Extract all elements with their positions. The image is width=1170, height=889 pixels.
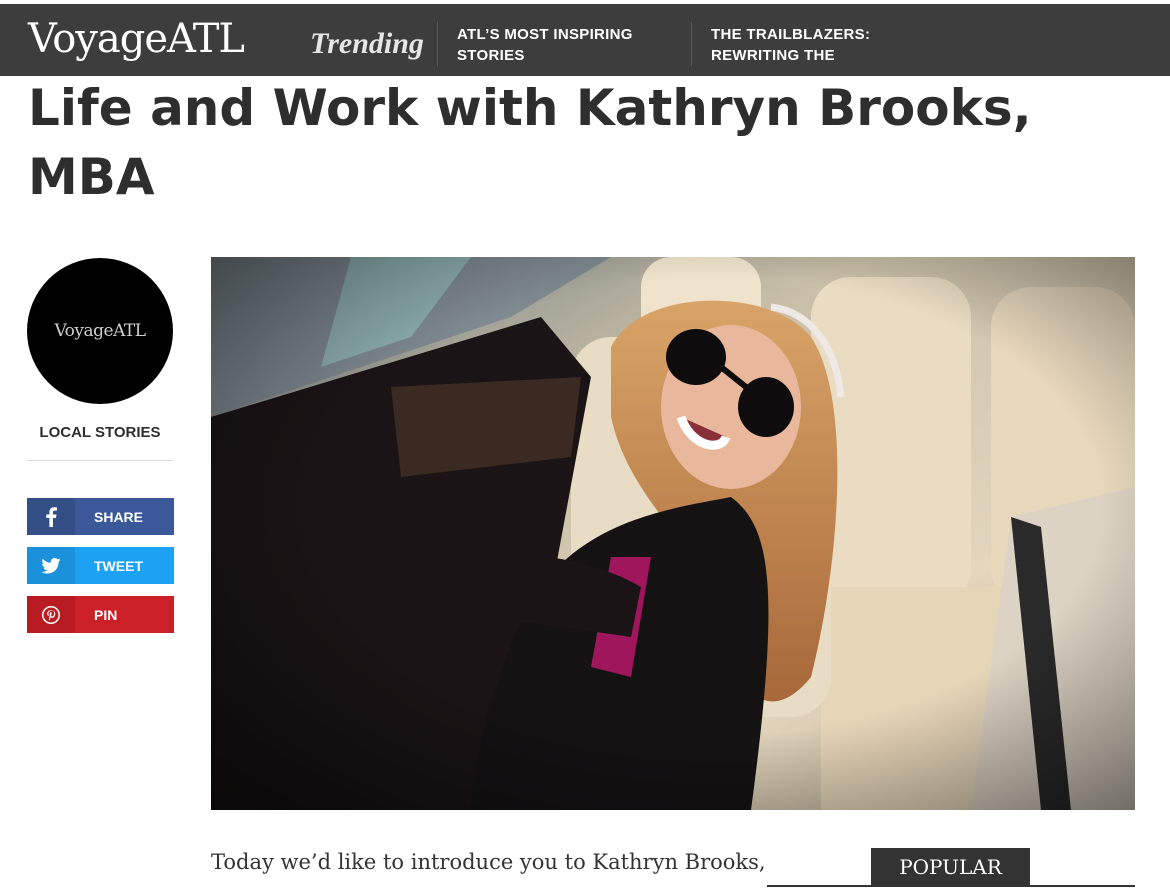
article-title: Life and Work with Kathryn Brooks, MBA	[28, 79, 1032, 206]
site-header: VoyageATL Trending ATL’S MOST INSPIRING …	[0, 4, 1170, 76]
pinterest-pin-button[interactable]: PIN	[27, 596, 174, 633]
hero-photo	[211, 257, 1135, 810]
trending-link-1[interactable]: ATL’S MOST INSPIRING STORIES	[457, 24, 677, 66]
popular-heading: POPULAR	[871, 848, 1030, 886]
header-divider	[437, 22, 438, 66]
twitter-tweet-label: TWEET	[94, 557, 143, 574]
article-intro: Today we’d like to introduce you to Kath…	[211, 850, 766, 874]
twitter-icon	[27, 547, 75, 584]
author-avatar[interactable]: VoyageATL	[27, 258, 173, 404]
facebook-share-button[interactable]: SHARE	[27, 498, 174, 535]
pinterest-pin-label: PIN	[94, 606, 118, 623]
site-logo[interactable]: VoyageATL	[28, 16, 245, 62]
header-divider	[691, 22, 692, 66]
pinterest-icon	[27, 596, 75, 633]
sidebar-divider	[27, 460, 173, 461]
trending-label: Trending	[310, 27, 424, 60]
facebook-share-label: SHARE	[94, 508, 144, 525]
category-link[interactable]: LOCAL STORIES	[27, 424, 173, 441]
trending-link-2[interactable]: THE TRAILBLAZERS: REWRITING THE	[711, 24, 931, 66]
facebook-icon	[27, 498, 75, 535]
twitter-tweet-button[interactable]: TWEET	[27, 547, 174, 584]
avatar-logo-text: VoyageATL	[54, 321, 146, 341]
